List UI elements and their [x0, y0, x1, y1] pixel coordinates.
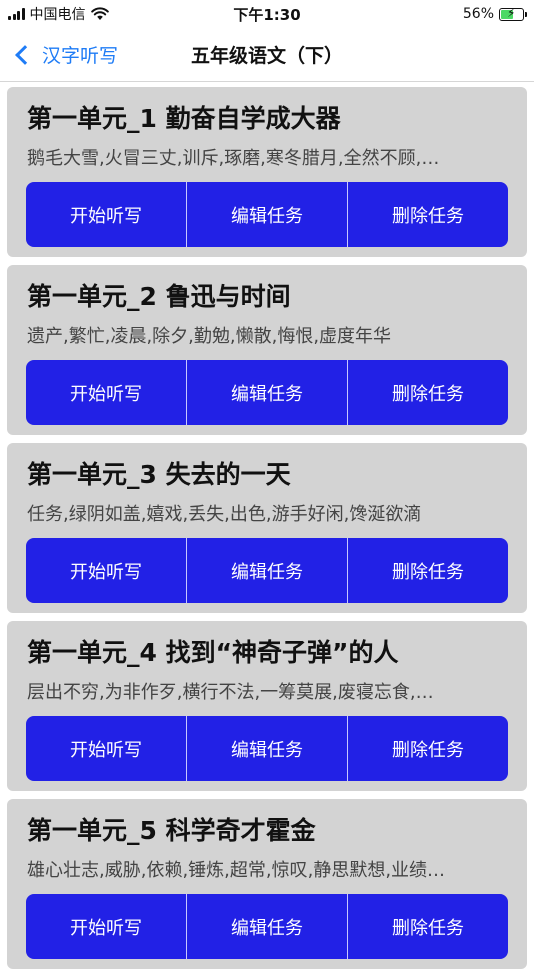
task-card: 第一单元_3 失去的一天任务,绿阴如盖,嬉戏,丢失,出色,游手好闲,馋涎欲滴开始…: [7, 443, 527, 613]
delete-task-button[interactable]: 删除任务: [347, 716, 508, 781]
task-title: 第一单元_5 科学奇才霍金: [27, 816, 316, 845]
charging-bolt-icon: ⚡: [507, 5, 516, 20]
start-dictation-button[interactable]: 开始听写: [26, 182, 186, 247]
task-word-list: 雄心壮志,威胁,依赖,锤炼,超常,惊叹,静思默想,业绩…: [27, 860, 446, 881]
delete-task-button[interactable]: 删除任务: [347, 182, 508, 247]
task-word-list: 任务,绿阴如盖,嬉戏,丢失,出色,游手好闲,馋涎欲滴: [27, 504, 422, 525]
task-action-bar: 开始听写 编辑任务 删除任务: [26, 360, 508, 425]
task-title: 第一单元_4 找到“神奇子弹”的人: [27, 638, 399, 667]
status-time: 下午1:30: [233, 5, 301, 24]
start-dictation-button[interactable]: 开始听写: [26, 360, 186, 425]
delete-task-button[interactable]: 删除任务: [347, 360, 508, 425]
start-dictation-button[interactable]: 开始听写: [26, 538, 186, 603]
task-title: 第一单元_2 鲁迅与时间: [27, 282, 291, 311]
task-action-bar: 开始听写 编辑任务 删除任务: [26, 894, 508, 959]
battery-percent: 56%: [462, 6, 494, 22]
task-action-bar: 开始听写 编辑任务 删除任务: [26, 182, 508, 247]
navigation-bar: 汉字听写 五年级语文（下）: [0, 28, 534, 82]
status-right: 56% ⚡: [462, 5, 527, 22]
edit-task-button[interactable]: 编辑任务: [186, 894, 347, 959]
task-word-list: 遗产,繁忙,凌晨,除夕,勤勉,懒散,悔恨,虚度年华: [27, 326, 392, 347]
task-action-bar: 开始听写 编辑任务 删除任务: [26, 538, 508, 603]
task-title: 第一单元_3 失去的一天: [27, 460, 291, 489]
battery-icon: ⚡: [499, 5, 527, 21]
delete-task-button[interactable]: 删除任务: [347, 894, 508, 959]
status-bar: 中国电信 下午1:30 56% ⚡: [0, 0, 534, 28]
task-word-list: 鹅毛大雪,火冒三丈,训斥,琢磨,寒冬腊月,全然不顾,…: [27, 148, 440, 169]
task-title: 第一单元_1 勤奋自学成大器: [27, 104, 341, 133]
task-word-list: 层出不穷,为非作歹,横行不法,一筹莫展,废寝忘食,…: [27, 682, 434, 703]
task-card: 第一单元_2 鲁迅与时间遗产,繁忙,凌晨,除夕,勤勉,懒散,悔恨,虚度年华开始听…: [7, 265, 527, 435]
back-button[interactable]: 汉字听写: [0, 41, 118, 68]
start-dictation-button[interactable]: 开始听写: [26, 894, 186, 959]
edit-task-button[interactable]: 编辑任务: [186, 182, 347, 247]
edit-task-button[interactable]: 编辑任务: [186, 716, 347, 781]
chevron-left-icon: [15, 44, 35, 65]
task-card: 第一单元_1 勤奋自学成大器鹅毛大雪,火冒三丈,训斥,琢磨,寒冬腊月,全然不顾,…: [7, 87, 527, 257]
back-button-label: 汉字听写: [42, 45, 119, 67]
task-action-bar: 开始听写 编辑任务 删除任务: [26, 716, 508, 781]
delete-task-button[interactable]: 删除任务: [347, 538, 508, 603]
task-card: 第一单元_4 找到“神奇子弹”的人层出不穷,为非作歹,横行不法,一筹莫展,废寝忘…: [7, 621, 527, 791]
task-card: 第一单元_5 科学奇才霍金雄心壮志,威胁,依赖,锤炼,超常,惊叹,静思默想,业绩…: [7, 799, 527, 969]
edit-task-button[interactable]: 编辑任务: [186, 538, 347, 603]
start-dictation-button[interactable]: 开始听写: [26, 716, 186, 781]
edit-task-button[interactable]: 编辑任务: [186, 360, 347, 425]
